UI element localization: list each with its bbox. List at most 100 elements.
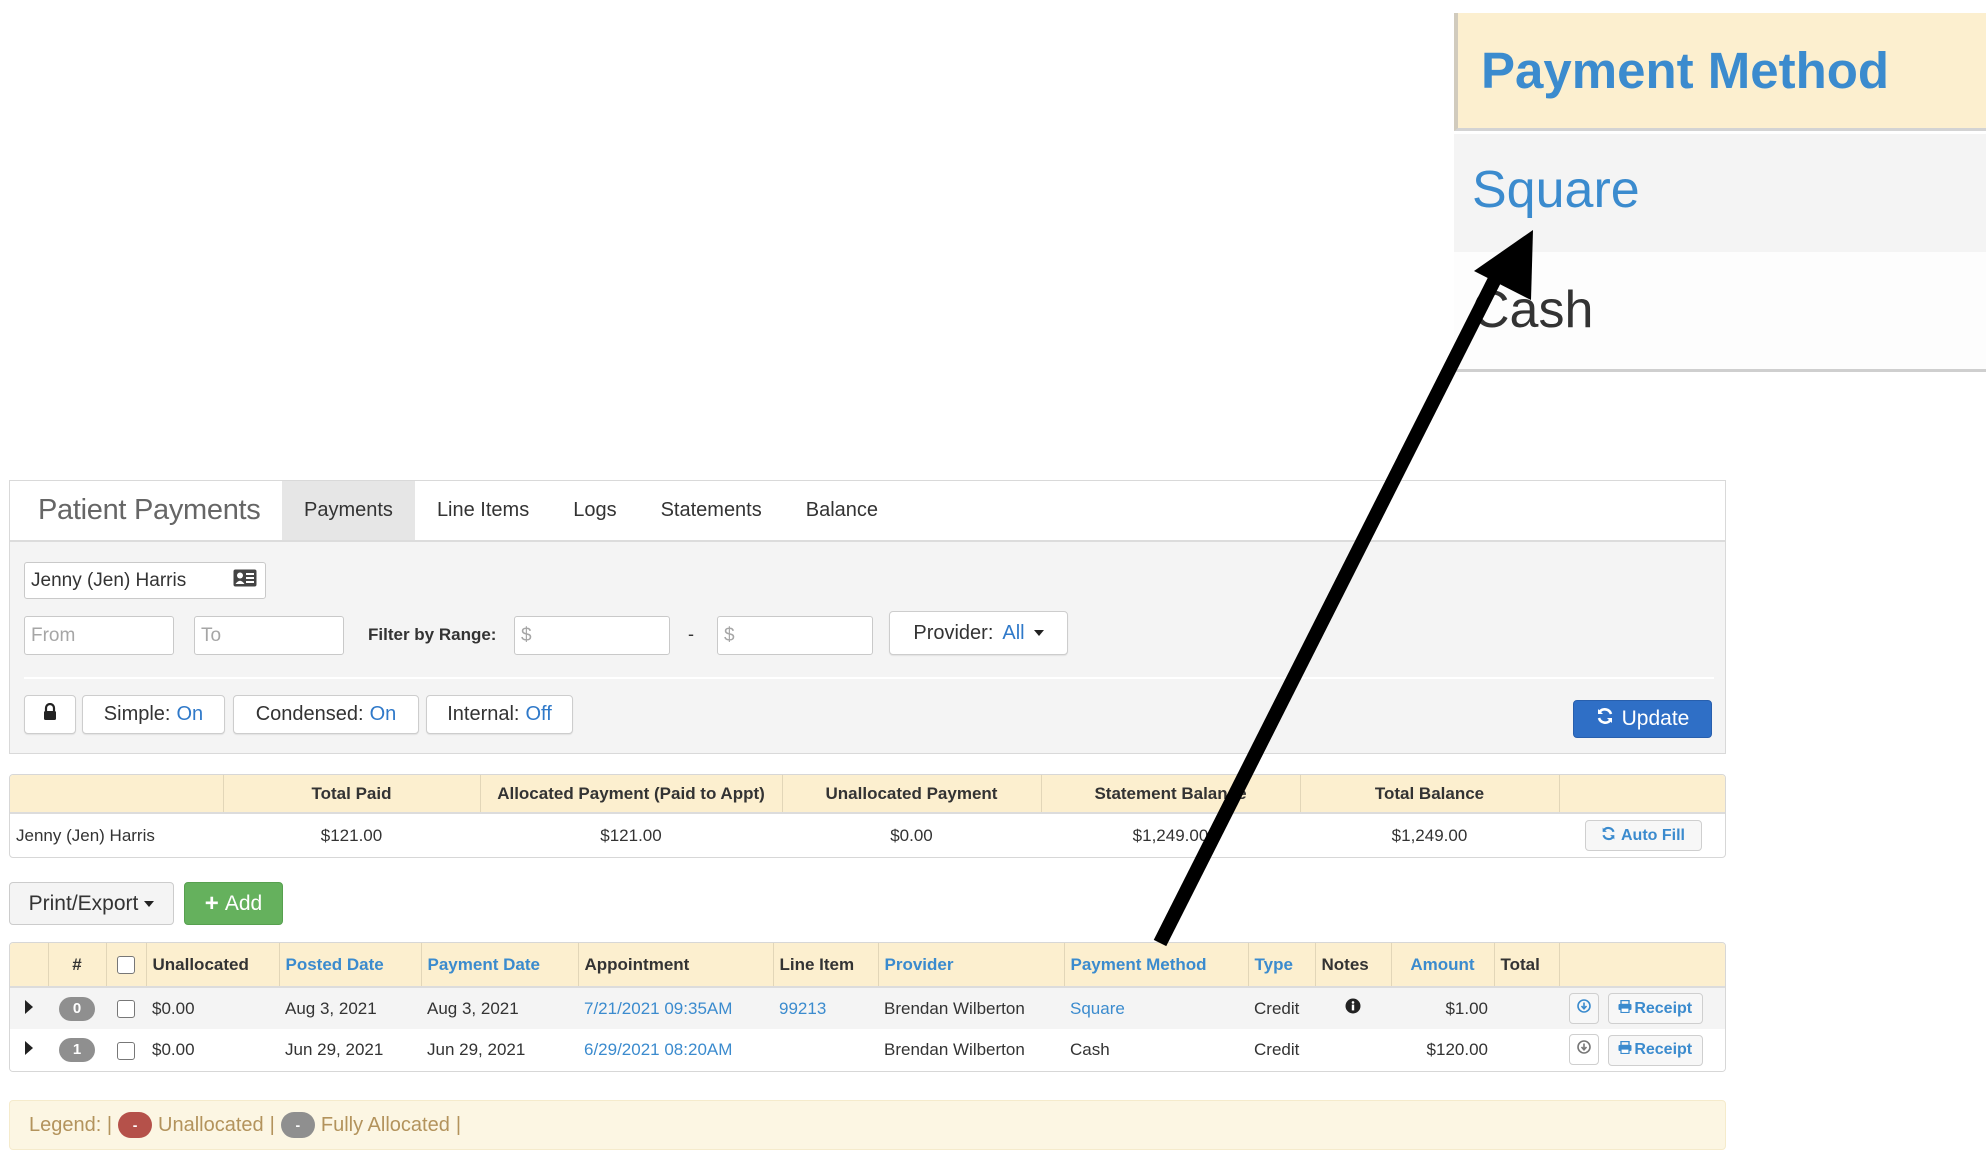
allocate-button[interactable] [1569,992,1599,1024]
lock-icon [43,702,57,727]
range-min-input[interactable]: $ [514,616,670,655]
tab-logs[interactable]: Logs [551,481,638,540]
lock-button[interactable] [24,695,76,734]
zoom-callout: Payment Method Square Cash [1454,13,1986,375]
header-actions [1559,943,1725,988]
range-max-input[interactable]: $ [717,616,873,655]
plus-icon: + [204,889,219,917]
cell-posted-date: Aug 3, 2021 [285,998,377,1018]
caret-down-icon [1033,630,1044,636]
cell-unallocated: $0.00 [152,1040,195,1059]
print-export-dropdown[interactable]: Print/Export [9,882,174,925]
legend-unallocated-badge: - [118,1112,153,1138]
summary-row: Jenny (Jen) Harris $121.00 $121.00 $0.00… [10,813,1725,857]
header-notes: Notes [1315,943,1392,988]
contact-card-icon[interactable] [233,569,257,593]
tab-balance[interactable]: Balance [784,481,900,540]
to-date-input[interactable]: To [194,616,344,655]
condensed-toggle-value: On [369,703,397,725]
cell-provider: Brendan Wilberton [884,998,1025,1018]
line-item-link[interactable] [773,1029,878,1071]
cell-unallocated: $0.00 [152,998,195,1018]
summary-header-total-balance: Total Balance [1300,775,1560,814]
payment-method-link[interactable]: Square [1064,987,1248,1029]
cell-payment-date: Aug 3, 2021 [427,998,519,1018]
summary-unallocated: $0.00 [890,825,933,845]
cell-payment-date: Jun 29, 2021 [427,1040,526,1059]
line-item-link[interactable]: 99213 [773,987,878,1029]
callout-square-link[interactable]: Square [1472,160,1640,220]
provider-label: Provider: [913,621,994,644]
summary-header-name [10,775,224,814]
header-unallocated: Unallocated [146,943,280,988]
cell-amount: $120.00 [1426,1040,1488,1059]
provider-dropdown[interactable]: Provider: All [889,611,1068,655]
select-all-checkbox[interactable] [117,956,135,975]
header-type[interactable]: Type [1248,943,1316,988]
update-button[interactable]: Update [1573,700,1712,738]
summary-table: Total Paid Allocated Payment (Paid to Ap… [9,774,1726,858]
summary-header-statement-balance: Statement Balance [1041,775,1301,814]
receipt-button[interactable]: Receipt [1607,993,1703,1025]
expand-row-icon[interactable] [25,1041,33,1055]
patient-payments-panel: Patient Payments Payments Line Items Log… [9,480,1726,754]
summary-statement-balance: $1,249.00 [1132,825,1209,845]
legend-allocated-badge: - [280,1112,315,1138]
printer-icon [1618,1041,1632,1059]
printer-icon [1618,999,1632,1018]
header-payment-date[interactable]: Payment Date [421,943,579,988]
callout-cash-text: Cash [1472,281,1594,339]
legend-allocated-label: Fully Allocated [320,1113,450,1136]
summary-patient-name: Jenny (Jen) Harris [16,825,155,845]
header-posted-date[interactable]: Posted Date [279,943,422,988]
header-expand [10,943,49,988]
refresh-icon [1596,707,1614,731]
header-index: # [48,943,107,988]
info-icon[interactable] [1345,998,1361,1018]
legend-bar: Legend: | - Unallocated | - Fully Alloca… [9,1100,1726,1150]
expand-row-icon[interactable] [25,999,33,1014]
tab-statements[interactable]: Statements [639,481,784,540]
simple-toggle-value: On [176,703,204,725]
summary-total-paid: $121.00 [320,825,383,845]
refresh-icon [1601,826,1616,846]
callout-header: Payment Method [1454,13,1986,131]
internal-toggle[interactable]: Internal: Off [426,695,573,734]
header-payment-method[interactable]: Payment Method [1064,943,1249,988]
header-amount[interactable]: Amount [1391,943,1495,988]
header-line-item: Line Item [773,943,879,988]
header-provider[interactable]: Provider [878,943,1065,988]
cell-payment-method: Cash [1070,1040,1110,1059]
auto-fill-button[interactable]: Auto Fill [1584,820,1702,851]
appointment-link[interactable]: 6/29/2021 08:20AM [578,1029,773,1071]
summary-header-row: Total Paid Allocated Payment (Paid to Ap… [10,775,1725,814]
patient-selector[interactable]: Jenny (Jen) Harris [24,562,266,599]
table-row: 0 $0.00 Aug 3, 2021 Aug 3, 2021 7/21/202… [10,987,1725,1029]
payments-header-row: # Unallocated Posted Date Payment Date A… [10,943,1725,988]
allocate-button[interactable] [1569,1034,1599,1066]
appointment-link[interactable]: 7/21/2021 09:35AM [578,987,773,1029]
summary-total-balance: $1,249.00 [1391,825,1468,845]
cell-total [1494,987,1559,1029]
internal-toggle-value: Off [525,703,552,725]
from-date-input[interactable]: From [24,616,174,655]
tab-line-items[interactable]: Line Items [415,481,551,540]
row-index-badge: 1 [59,1038,95,1062]
simple-toggle[interactable]: Simple: On [82,695,225,734]
condensed-toggle[interactable]: Condensed: On [233,695,419,734]
header-total: Total [1494,943,1560,988]
range-separator: - [688,624,694,644]
add-payment-button[interactable]: + Add [184,882,283,925]
row-checkbox[interactable] [117,1041,135,1060]
receipt-button[interactable]: Receipt [1607,1034,1703,1066]
cell-posted-date: Jun 29, 2021 [285,1040,384,1059]
arrow-circle-down-icon [1577,998,1591,1018]
summary-allocated: $121.00 [600,825,662,845]
tab-payments[interactable]: Payments [282,481,415,540]
legend-label: Legend: | [29,1113,113,1136]
filter-range-label: Filter by Range: [368,625,497,644]
cell-type: Credit [1254,998,1300,1018]
arrow-circle-down-icon [1577,1040,1591,1059]
row-checkbox[interactable] [117,1000,135,1019]
callout-row: Square [1454,134,1986,252]
